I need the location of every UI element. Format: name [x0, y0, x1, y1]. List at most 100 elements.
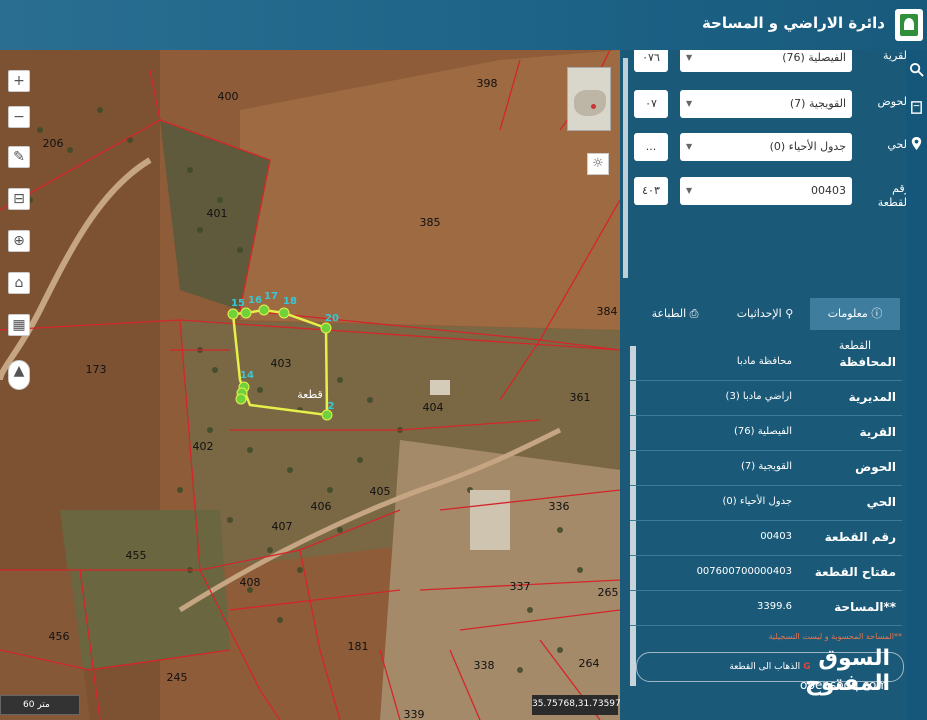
vertex-label: 16 [248, 295, 262, 306]
map-view[interactable]: 400 398 206 401 385 384 403 173 404 361 … [0, 50, 620, 720]
vertex-label: 14 [240, 370, 254, 381]
info-key: الحوض [855, 460, 896, 474]
info-key: مفتاح القطعة [814, 565, 896, 579]
printer-icon: ⎙ [686, 307, 699, 320]
search-panel: ٠٧٦ الفيصلية (76) ▼ القرية ٠٧ القويجية (7… [620, 50, 906, 720]
chevron-down-icon: ▼ [686, 142, 693, 151]
parcel-label: 385 [420, 216, 441, 229]
locate-button[interactable]: ⊕ [8, 230, 30, 252]
overview-map[interactable] [567, 67, 611, 131]
print-map-button[interactable]: ▦ [8, 314, 30, 336]
vertex-label: 17 [264, 291, 278, 302]
area-note: **المساحة المحسوبة و ليست التسجيلية [768, 632, 902, 641]
parcel-label: 455 [126, 549, 147, 562]
map-canvas[interactable]: 400 398 206 401 385 384 403 173 404 361 … [0, 50, 620, 720]
parcel-tag: قطعة [297, 388, 323, 401]
basin-select[interactable]: القويجية (7) ▼ [680, 90, 852, 118]
tab-label: الإحداثيات [736, 307, 782, 320]
parcel-label: 338 [474, 659, 495, 672]
location-pin-icon[interactable] [909, 136, 924, 151]
zoom-in-button[interactable]: + [8, 70, 30, 92]
info-value: اراضي مادبا (3) [725, 391, 792, 402]
panel-scrollbar[interactable] [623, 58, 628, 278]
parcel-label: 398 [477, 77, 498, 90]
crosshair-icon: ⊕ [13, 233, 25, 249]
tab-parcel-info[interactable]: ⓘ معلومات القطعة [810, 298, 900, 352]
app-title: دائرة الاراضي و المساحة [701, 14, 885, 32]
parcel-number-input[interactable]: 00403 ▼ [680, 177, 852, 205]
compass-icon: ▲ [13, 363, 25, 379]
info-value: الفيصلية (76) [734, 426, 792, 437]
district-code-input[interactable]: ... [634, 133, 668, 161]
parcel-label: 206 [43, 137, 64, 150]
info-key: رقم القطعة [824, 530, 896, 544]
filter-basin: ٠٧ القويجية (7) ▼ الحوض [634, 90, 906, 118]
info-value: 00403 [760, 531, 792, 542]
parcel-label: 265 [598, 586, 619, 599]
parcel-label: 456 [49, 630, 70, 643]
coordinates-readout: 35.75768,31.73597 [532, 695, 620, 715]
parcel-label: 264 [579, 657, 600, 670]
parcel-label: 401 [207, 207, 228, 220]
info-key: **المساحة [834, 600, 896, 614]
info-row: مفتاح القطعة 007600700000403 [630, 556, 902, 591]
side-icon-strip [906, 50, 927, 720]
parcel-label: 361 [570, 391, 591, 404]
info-value: القويجية (7) [740, 461, 792, 472]
ruler-icon: ⊟ [13, 191, 25, 207]
document-icon[interactable] [909, 100, 924, 115]
parcel-label: 245 [167, 671, 188, 684]
village-value: الفيصلية (76) [782, 51, 846, 64]
search-icon[interactable] [909, 62, 924, 77]
tab-coordinates[interactable]: ⚲ الإحداثيات [720, 298, 810, 330]
measure-button[interactable]: ⊟ [8, 188, 30, 210]
dls-logo-icon [895, 9, 923, 41]
info-row: المديرية اراضي مادبا (3) [630, 381, 902, 416]
parcel-label: 336 [549, 500, 570, 513]
info-row: الحي جدول الأحياء (0) [630, 486, 902, 521]
info-key: المحافظة [839, 355, 896, 369]
info-value: محافظة مادبا [736, 356, 792, 367]
info-row: القرية الفيصلية (76) [630, 416, 902, 451]
tab-print[interactable]: ⎙ الطباعة [630, 298, 720, 330]
basin-value: القويجية (7) [789, 97, 846, 110]
vertex-label: 20 [325, 313, 339, 324]
district-label: الحي [887, 138, 906, 151]
vertex-label: 18 [283, 296, 297, 307]
village-code-input[interactable]: ٠٧٦ [634, 50, 668, 72]
district-select[interactable]: جدول الأحياء (0) ▼ [680, 133, 852, 161]
parcel-label: 402 [193, 440, 214, 453]
parcel-label: 407 [272, 520, 293, 533]
info-row: رقم القطعة 00403 [630, 521, 902, 556]
parcel-label: 337 [510, 580, 531, 593]
compass-button[interactable]: ▲ [8, 360, 30, 390]
basemap-toggle-button[interactable]: ☼ [587, 153, 609, 175]
chevron-down-icon: ▼ [686, 186, 693, 195]
parcel-label: 403 [271, 357, 292, 370]
sun-icon: ☼ [592, 156, 604, 171]
scale-bar: 60 متر [0, 695, 80, 715]
info-row: الحوض القويجية (7) [630, 451, 902, 486]
draw-button[interactable]: ✎ [8, 146, 30, 168]
info-key: الحي [866, 495, 896, 509]
info-value: 007600700000403 [696, 566, 792, 577]
info-value: 3399.6 [757, 601, 792, 612]
scrollbar-thumb[interactable] [623, 58, 628, 278]
info-value: جدول الأحياء (0) [722, 496, 793, 507]
parcel-label: 408 [240, 576, 261, 589]
vertex-label: 15 [231, 298, 245, 309]
vertex-label: 2 [328, 401, 335, 412]
info-key: المديرية [848, 390, 896, 404]
app-header: دائرة الاراضي و المساحة [0, 0, 927, 50]
parcel-label: 339 [404, 708, 425, 720]
opensooq-watermark: السوق المفتوح opensooq.com [730, 646, 910, 696]
parcel-code-input[interactable]: ٤٠٣ [634, 177, 668, 205]
chevron-down-icon: ▼ [686, 53, 693, 62]
info-key: القرية [859, 425, 896, 439]
village-select[interactable]: الفيصلية (76) ▼ [680, 50, 852, 72]
home-button[interactable]: ⌂ [8, 272, 30, 294]
basin-code-input[interactable]: ٠٧ [634, 90, 668, 118]
person-pin-icon: ⚲ [781, 307, 794, 320]
zoom-out-button[interactable]: − [8, 106, 30, 128]
panel-tabs: ⓘ معلومات القطعة ⚲ الإحداثيات ⎙ الطباعة [630, 298, 902, 352]
